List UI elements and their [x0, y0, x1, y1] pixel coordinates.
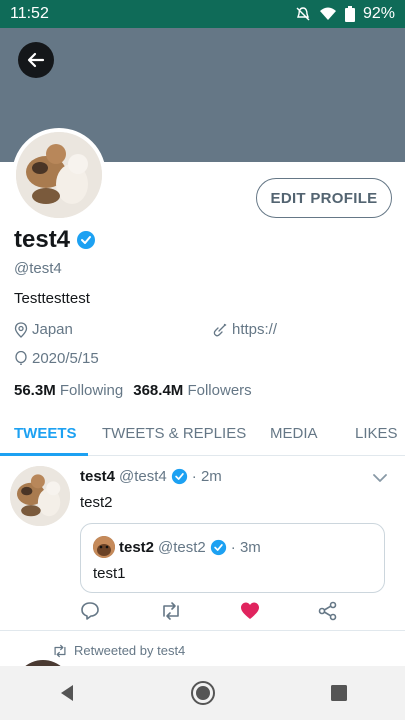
nav-back-icon[interactable]: [57, 683, 77, 703]
heart-icon[interactable]: [240, 601, 260, 621]
tweet-header: test4 @test4 · 2m: [80, 468, 222, 485]
nav-recents-icon[interactable]: [330, 684, 348, 702]
dog-photo: [93, 536, 115, 558]
profile-tabs: TWEETS TWEETS & REPLIES MEDIA LIKES: [0, 410, 405, 456]
following-label: Following: [59, 382, 124, 399]
profile-handle: @test4: [14, 260, 62, 277]
profile-location: Japan: [14, 321, 73, 338]
cat-photo: [16, 132, 102, 218]
quote-avatar: [93, 536, 115, 558]
edit-profile-button[interactable]: EDIT PROFILE: [256, 178, 392, 218]
quote-author-handle: @test2: [158, 538, 206, 556]
link-icon: [213, 323, 227, 336]
tweet-divider: [0, 630, 405, 631]
followers-label: Followers: [187, 382, 252, 399]
profile-avatar[interactable]: [12, 128, 106, 222]
balloon-icon: [15, 350, 27, 365]
tab-tweets[interactable]: TWEETS: [14, 410, 77, 456]
followers-link[interactable]: 368.4M Followers: [133, 382, 251, 399]
status-bar: 11:52 92%: [0, 0, 405, 28]
nav-home-icon[interactable]: [190, 680, 216, 706]
profile-bio: Testtesttest: [14, 290, 90, 307]
tweet-author-handle: @test4: [119, 468, 167, 485]
share-icon[interactable]: [318, 601, 338, 621]
location-icon: [14, 321, 28, 338]
quote-time: · 3m: [230, 538, 261, 556]
battery-icon: [344, 6, 355, 22]
birthday-text: 2020/5/15: [32, 350, 99, 367]
retweet-icon[interactable]: [160, 601, 182, 621]
retweeted-by-text: Retweeted by test4: [74, 643, 186, 658]
back-arrow-icon: [27, 52, 45, 68]
quote-text: test1: [93, 565, 126, 582]
tab-tweets-replies[interactable]: TWEETS & REPLIES: [102, 410, 246, 456]
quote-header: test2 @test2 · 3m: [93, 536, 261, 558]
chevron-down-icon[interactable]: [372, 470, 388, 486]
verified-icon: [77, 231, 96, 249]
verified-icon: [171, 468, 187, 485]
tab-media[interactable]: MEDIA: [270, 410, 318, 456]
retweet-context: Retweeted by test4: [52, 643, 185, 658]
system-nav-bar: [0, 666, 405, 720]
location-text: Japan: [32, 321, 73, 338]
profile-name-row: test4: [14, 226, 96, 254]
following-count: 56.3M: [14, 382, 56, 399]
back-button[interactable]: [18, 42, 54, 78]
battery-percent: 92%: [362, 5, 395, 22]
following-link[interactable]: 56.3M Following: [14, 382, 123, 399]
quote-author-name: test2: [119, 538, 155, 556]
followers-count: 368.4M: [133, 382, 184, 399]
quoted-tweet[interactable]: test2 @test2 · 3m test1: [80, 523, 385, 593]
tweet-avatar[interactable]: [10, 466, 70, 526]
tweet-time: · 2m: [191, 468, 222, 485]
follow-stats: 56.3M Following 368.4M Followers: [14, 382, 252, 399]
retweet-icon: [54, 644, 66, 657]
tweet-text: test2: [80, 494, 113, 511]
dnd-icon: [296, 7, 310, 21]
website-link[interactable]: https://: [232, 321, 277, 338]
status-icons: 92%: [295, 5, 395, 23]
wifi-icon: [319, 7, 336, 20]
profile-birthday: 2020/5/15: [14, 350, 99, 367]
tweet-author-name[interactable]: test4: [80, 468, 115, 485]
cat-photo-small: [10, 466, 70, 526]
profile-website[interactable]: https://: [212, 321, 277, 338]
verified-icon: [210, 539, 226, 555]
reply-icon[interactable]: [80, 601, 100, 621]
profile-name: test4: [14, 226, 71, 253]
status-time: 11:52: [10, 5, 49, 22]
tab-likes[interactable]: LIKES: [355, 410, 398, 456]
active-tab-indicator: [0, 453, 88, 456]
